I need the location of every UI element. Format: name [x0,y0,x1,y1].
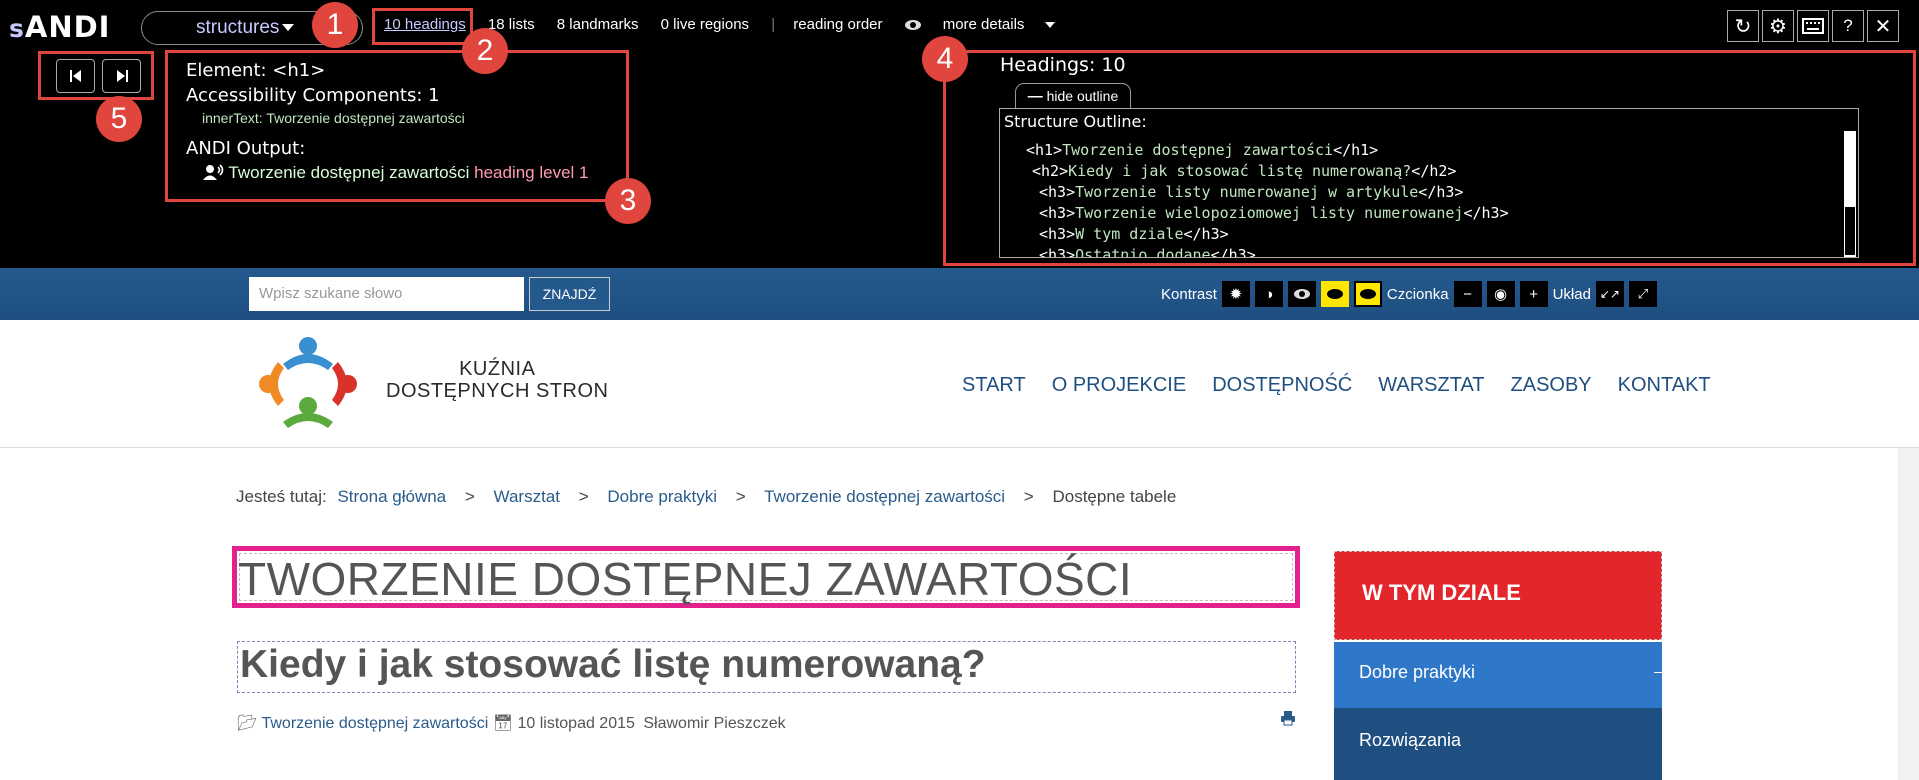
nav-o-projekcie[interactable]: O PROJEKCIE [1052,374,1186,397]
breadcrumb: Jesteś tutaj: Strona główna > Warsztat >… [236,487,1176,507]
breadcrumb-separator: > [578,487,589,506]
author-name: Sławomir Pieszczek [643,715,786,732]
chevron-down-icon [282,24,295,32]
main-navigation: START O PROJEKCIE DOSTĘPNOŚĆ WARSZTAT ZA… [962,374,1711,397]
font-reset-button[interactable]: ◉ [1486,281,1515,307]
publish-date: 10 listopad 2015 [517,715,635,732]
andi-controls: ↻ ⚙ ? ✕ [1727,10,1899,42]
close-button[interactable]: ✕ [1867,10,1899,42]
search-input[interactable]: Wpisz szukane słowo [249,277,524,311]
calendar-icon: 📅︎ [492,715,514,732]
help-icon: ? [1843,16,1853,35]
sidebar-title: W TYM DZIALE [1334,551,1662,640]
sun-icon: ✹ [1229,286,1243,303]
eye-icon [1359,289,1376,299]
eye-icon [1293,289,1310,299]
contrast-eye-button[interactable] [1287,281,1316,307]
breadcrumb-current: Dostępne tabele [1052,487,1177,506]
marker-badge-5: 5 [96,96,142,142]
accessibility-tools: Kontrast ✹ ◑ Czcionka − ◉ + Układ ↙↗ ⤢ [1161,281,1662,307]
layout-wide-button[interactable]: ⤢ [1628,281,1657,307]
refresh-button[interactable]: ↻ [1727,10,1759,42]
eye-icon [1326,289,1343,299]
site-topbar: Wpisz szukane słowo ZNAJDŹ Kontrast ✹ ◑ … [0,268,1919,320]
caret-down-icon [1045,22,1056,29]
article-meta: 📂︎ Tworzenie dostępnej zawartości 📅︎ 10 … [237,713,786,733]
print-icon[interactable] [1280,710,1296,726]
breadcrumb-link[interactable]: Strona główna [337,487,446,506]
close-icon: ✕ [1874,15,1892,38]
nav-start[interactable]: START [962,374,1026,397]
nav-zasoby[interactable]: ZASOBY [1511,374,1592,397]
live-regions-link[interactable]: 0 live regions [661,16,749,33]
folder-icon: 📂︎ [237,715,258,732]
sidebar-item-dobre-praktyki[interactable]: Dobre praktyki [1334,642,1662,708]
reading-order-link[interactable]: reading order [793,16,921,33]
half-circle-icon: ◑ [1264,285,1274,303]
kuznia-logo[interactable] [248,334,368,434]
site-header: KUŹNIA DOSTĘPNYCH STRON START O PROJEKCI… [0,320,1919,448]
andi-logo: sANDI [9,10,111,44]
gear-icon: ⚙ [1769,15,1787,38]
keyboard-icon [1802,18,1824,34]
nav-buttons-highlight [38,51,154,100]
page-title: TWORZENIE DOSTĘPNEJ ZAWARTOŚCI [238,553,1133,605]
contrast-yellow-black-button[interactable] [1320,281,1349,307]
site-brand[interactable]: KUŹNIA DOSTĘPNYCH STRON [386,358,608,402]
marker-badge-1: 1 [312,2,358,48]
breadcrumb-separator: > [1023,487,1034,506]
layout-label: Układ [1552,285,1591,303]
expand-icon: ⤢ [1637,286,1649,301]
nav-dostepnosc[interactable]: DOSTĘPNOŚĆ [1212,374,1352,397]
minus-icon: − [1463,285,1472,303]
sidebar-item-rozwiazania[interactable]: Rozwiązania [1334,708,1662,780]
breadcrumb-separator: > [464,487,475,506]
page-scrollbar[interactable] [1898,448,1919,780]
breadcrumb-link[interactable]: Tworzenie dostępnej zawartości [764,487,1005,506]
keyboard-button[interactable] [1797,10,1829,42]
section-sidebar: W TYM DZIALE Dobre praktyki Rozwiązania [1334,551,1662,780]
marker-badge-2: 2 [462,28,508,74]
compress-icon: ↙↗ [1599,287,1620,301]
article-title[interactable]: Kiedy i jak stosować listę numerowaną? [240,643,986,687]
circle-dot-icon: ◉ [1494,286,1508,303]
contrast-yellow-button[interactable] [1353,281,1382,307]
headings-link-highlight [372,8,473,45]
eye-icon [904,20,921,31]
breadcrumb-link[interactable]: Warsztat [494,487,560,506]
breadcrumb-label: Jesteś tutaj: [236,487,327,506]
layout-narrow-button[interactable]: ↙↗ [1595,281,1624,307]
help-button[interactable]: ? [1832,10,1864,42]
contrast-label: Kontrast [1161,285,1217,303]
marker-badge-4: 4 [922,36,968,82]
nav-kontakt[interactable]: KONTAKT [1618,374,1711,397]
contrast-sun-button[interactable]: ✹ [1221,281,1250,307]
separator: | [771,16,776,33]
settings-button[interactable]: ⚙ [1762,10,1794,42]
plus-icon: + [1529,285,1538,303]
category-link[interactable]: Tworzenie dostępnej zawartości [261,715,488,732]
search-button[interactable]: ZNAJDŹ [529,277,610,311]
more-details-link[interactable]: more details [943,16,1056,33]
element-info-highlight [165,50,629,202]
refresh-icon: ↻ [1734,15,1752,38]
marker-badge-3: 3 [605,178,651,224]
contrast-half-button[interactable]: ◑ [1254,281,1283,307]
breadcrumb-separator: > [735,487,746,506]
font-decrease-button[interactable]: − [1453,281,1482,307]
landmarks-link[interactable]: 8 landmarks [557,16,639,33]
font-label: Czcionka [1386,285,1449,303]
font-increase-button[interactable]: + [1519,281,1548,307]
breadcrumb-link[interactable]: Dobre praktyki [607,487,717,506]
outline-highlight [943,50,1916,266]
nav-warsztat[interactable]: WARSZTAT [1378,374,1484,397]
andi-toolbar: sANDI structures 10 headings 18 lists 8 … [0,0,1919,268]
